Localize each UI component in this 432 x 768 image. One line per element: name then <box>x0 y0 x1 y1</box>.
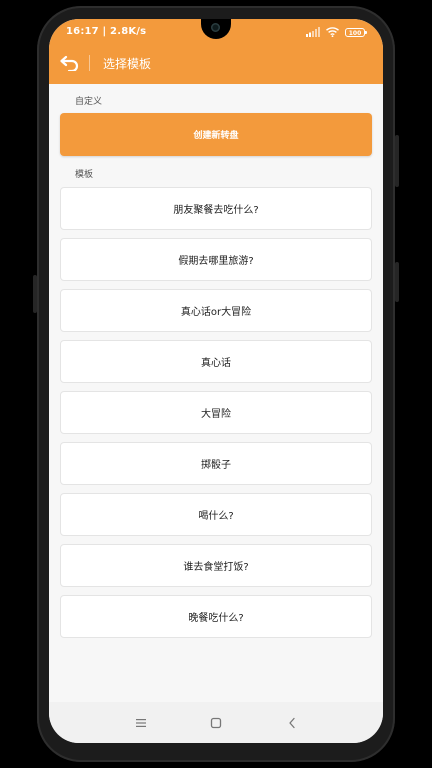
template-item-holiday-travel[interactable]: 假期去哪里旅游? <box>60 238 372 281</box>
app-bar: 选择模板 <box>49 44 383 84</box>
back-arrow-icon <box>60 55 79 71</box>
status-time: 16:17 | 2.8K/s <box>66 26 147 37</box>
template-item-truth-or-dare[interactable]: 真心话or大冒险 <box>60 289 372 332</box>
template-item-drink[interactable]: 喝什么? <box>60 493 372 536</box>
template-item-supper[interactable]: 晚餐吃什么? <box>60 595 372 638</box>
power-button <box>395 135 399 187</box>
battery-icon: 100 <box>345 27 367 37</box>
home-icon <box>210 717 222 729</box>
screen: 16:17 | 2.8K/s 100 选择模板 自定义 创建新转盘 模板 朋友聚… <box>49 19 383 743</box>
nav-back-button[interactable] <box>283 714 301 732</box>
home-button[interactable] <box>207 714 225 732</box>
menu-icon <box>136 719 146 727</box>
page-title: 选择模板 <box>103 57 152 71</box>
template-item-friends-dinner[interactable]: 朋友聚餐去吃什么? <box>60 187 372 230</box>
template-item-dare[interactable]: 大冒险 <box>60 391 372 434</box>
template-section-label: 模板 <box>75 170 94 180</box>
wifi-icon <box>326 27 339 37</box>
back-icon <box>289 717 295 729</box>
signal-icon <box>306 27 320 37</box>
menu-button[interactable] <box>132 714 150 732</box>
template-item-dice[interactable]: 掷骰子 <box>60 442 372 485</box>
status-bar: 16:17 | 2.8K/s 100 <box>49 19 383 44</box>
status-icons: 100 <box>306 26 367 38</box>
main-content: 自定义 创建新转盘 模板 朋友聚餐去吃什么? 假期去哪里旅游? 真心话or大冒险… <box>49 84 383 702</box>
camera-notch <box>201 19 231 39</box>
app-bar-divider <box>89 55 90 71</box>
template-item-truth[interactable]: 真心话 <box>60 340 372 383</box>
navigation-bar <box>49 702 383 743</box>
custom-section-label: 自定义 <box>75 97 103 107</box>
back-button[interactable] <box>57 50 83 76</box>
front-camera-icon <box>211 23 220 32</box>
side-button-left <box>33 275 37 313</box>
volume-button <box>395 262 399 302</box>
create-wheel-button[interactable]: 创建新转盘 <box>60 113 372 156</box>
template-item-canteen[interactable]: 谁去食堂打饭? <box>60 544 372 587</box>
